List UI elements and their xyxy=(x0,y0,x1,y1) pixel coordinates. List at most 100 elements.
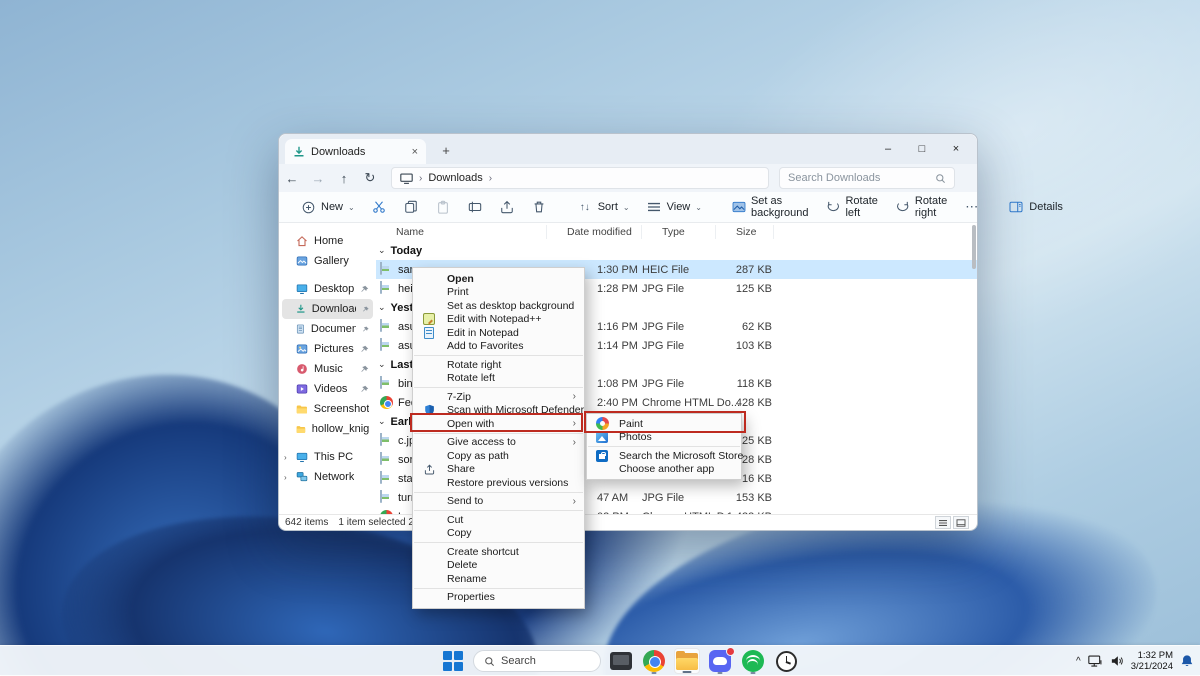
tab-downloads[interactable]: Downloads × xyxy=(285,139,426,164)
menu-item-give-access-to[interactable]: Give access to› xyxy=(413,436,584,450)
collapse-chevron-icon[interactable]: ⌄ xyxy=(378,302,386,313)
menu-item-properties[interactable]: Properties xyxy=(413,591,584,605)
taskbar-app-file-explorer[interactable] xyxy=(674,648,700,674)
close-button[interactable]: × xyxy=(939,134,973,164)
sidebar-item-pictures[interactable]: Pictures xyxy=(282,339,373,359)
menu-item-7-zip[interactable]: 7-Zip› xyxy=(413,390,584,404)
sidebar-item-documents[interactable]: Documents xyxy=(282,319,373,339)
sort-button[interactable]: ↑↓ Sort ⌄ xyxy=(570,195,637,219)
taskbar-app-media[interactable] xyxy=(608,648,634,674)
paste-button[interactable] xyxy=(428,195,458,219)
menu-item-share[interactable]: Share xyxy=(413,463,584,477)
menu-item-scan-with-microsoft-defender[interactable]: Scan with Microsoft Defender... xyxy=(413,404,584,418)
navigation-pane: Home Gallery Desktop Downloads Documents… xyxy=(279,223,376,514)
menu-item-open[interactable]: Open xyxy=(413,272,584,286)
column-header-date-modified[interactable]: Date modified xyxy=(547,225,642,239)
view-button[interactable]: View ⌄ xyxy=(639,195,709,219)
expand-chevron-icon[interactable]: › xyxy=(284,453,287,462)
taskbar-app-spotify[interactable] xyxy=(740,648,766,674)
collapse-chevron-icon[interactable]: ⌄ xyxy=(378,416,386,427)
breadcrumb[interactable]: › Downloads › xyxy=(391,167,769,189)
sidebar-item-hollow-knight[interactable]: hollow_knight_[ xyxy=(282,419,373,439)
items-count: 642 items xyxy=(285,517,328,528)
sidebar-item-network[interactable]: › Network xyxy=(282,467,373,487)
menu-item-copy-as-path[interactable]: Copy as path xyxy=(413,449,584,463)
search-input[interactable]: Search Downloads xyxy=(779,167,955,189)
menu-item-cut[interactable]: Cut xyxy=(413,513,584,527)
taskbar-app-discord[interactable] xyxy=(707,648,733,674)
sidebar-item-screenshots[interactable]: Screenshots xyxy=(282,399,373,419)
clock-datetime[interactable]: 1:32 PM 3/21/2024 xyxy=(1131,650,1173,673)
this-pc-icon xyxy=(296,451,308,463)
expand-chevron-icon[interactable]: › xyxy=(284,473,287,482)
clock-app-icon xyxy=(776,651,797,672)
menu-item-add-to-favorites[interactable]: Add to Favorites xyxy=(413,340,584,354)
sidebar-item-downloads[interactable]: Downloads xyxy=(282,299,373,319)
minimize-button[interactable]: – xyxy=(871,134,905,164)
notepad-plus-plus-icon xyxy=(422,312,436,326)
submenu-item-paint[interactable]: Paint xyxy=(587,417,741,431)
network-tray-icon[interactable] xyxy=(1088,655,1103,668)
new-button[interactable]: New ⌄ xyxy=(293,195,362,219)
maximize-button[interactable]: □ xyxy=(905,134,939,164)
file-type: JPG File xyxy=(642,321,716,333)
taskbar-search[interactable]: Search xyxy=(473,650,601,672)
taskbar-app-clock[interactable] xyxy=(773,648,799,674)
rotate-left-button[interactable]: Rotate left xyxy=(819,191,886,223)
up-button[interactable]: ↑ xyxy=(331,171,357,186)
menu-item-copy[interactable]: Copy xyxy=(413,527,584,541)
menu-label: Rename xyxy=(447,573,487,585)
cut-button[interactable] xyxy=(364,195,394,219)
sidebar-item-desktop[interactable]: Desktop xyxy=(282,279,373,299)
collapse-chevron-icon[interactable]: ⌄ xyxy=(378,359,386,370)
rename-button[interactable] xyxy=(460,195,490,219)
scrollbar-thumb[interactable] xyxy=(972,225,976,269)
column-header-name[interactable]: Name xyxy=(376,225,547,239)
column-header-size[interactable]: Size xyxy=(716,225,774,239)
breadcrumb-path[interactable]: Downloads xyxy=(428,172,482,184)
submenu-item-search-the-microsoft-store[interactable]: Search the Microsoft Store xyxy=(587,449,741,463)
share-button[interactable] xyxy=(492,195,522,219)
menu-item-rotate-left[interactable]: Rotate left xyxy=(413,372,584,386)
menu-item-print[interactable]: Print xyxy=(413,286,584,300)
back-button[interactable]: ← xyxy=(279,171,305,186)
group-header-today[interactable]: ⌄Today xyxy=(376,241,977,260)
sidebar-item-this-pc[interactable]: › This PC xyxy=(282,447,373,467)
menu-item-edit-in-notepad[interactable]: Edit in Notepad xyxy=(413,326,584,340)
menu-item-rotate-right[interactable]: Rotate right xyxy=(413,358,584,372)
details-button[interactable]: Details xyxy=(1001,195,1070,219)
collapse-chevron-icon[interactable]: ⌄ xyxy=(378,245,386,256)
menu-item-edit-with-notepad-plus-plus[interactable]: Edit with Notepad++ xyxy=(413,313,584,327)
column-header-type[interactable]: Type xyxy=(642,225,716,239)
sidebar-item-music[interactable]: Music xyxy=(282,359,373,379)
sidebar-item-gallery[interactable]: Gallery xyxy=(282,251,373,271)
menu-item-restore-previous-versions[interactable]: Restore previous versions xyxy=(413,476,584,490)
thumbnail-view-toggle[interactable] xyxy=(953,516,969,529)
rotate-right-button[interactable]: Rotate right xyxy=(889,191,956,223)
tray-overflow-chevron-icon[interactable]: ^ xyxy=(1076,656,1081,667)
sidebar-item-home[interactable]: Home xyxy=(282,231,373,251)
delete-button[interactable] xyxy=(524,195,554,219)
volume-icon[interactable] xyxy=(1110,655,1124,667)
sidebar-item-videos[interactable]: Videos xyxy=(282,379,373,399)
sidebar-item-label: Music xyxy=(314,363,343,375)
menu-item-set-as-desktop-background[interactable]: Set as desktop background xyxy=(413,299,584,313)
forward-button[interactable]: → xyxy=(305,171,331,186)
menu-item-rename[interactable]: Rename xyxy=(413,572,584,586)
menu-item-open-with[interactable]: Open with› xyxy=(413,417,584,431)
set-as-background-button[interactable]: Set as background xyxy=(725,191,817,223)
submenu-item-photos[interactable]: Photos xyxy=(587,431,741,445)
copy-button[interactable] xyxy=(396,195,426,219)
menu-item-send-to[interactable]: Send to› xyxy=(413,495,584,509)
tab-close-icon[interactable]: × xyxy=(412,146,418,158)
start-button[interactable] xyxy=(440,648,466,674)
submenu-item-choose-another-app[interactable]: Choose another app xyxy=(587,463,741,477)
menu-item-create-shortcut[interactable]: Create shortcut xyxy=(413,545,584,559)
refresh-button[interactable]: ↻ xyxy=(357,170,383,186)
more-options-button[interactable]: ⋯ xyxy=(958,195,985,219)
taskbar-app-chrome[interactable] xyxy=(641,648,667,674)
notification-bell-icon[interactable] xyxy=(1180,654,1194,668)
new-tab-button[interactable]: + xyxy=(437,141,455,159)
details-view-toggle[interactable] xyxy=(935,516,951,529)
menu-item-delete[interactable]: Delete xyxy=(413,559,584,573)
